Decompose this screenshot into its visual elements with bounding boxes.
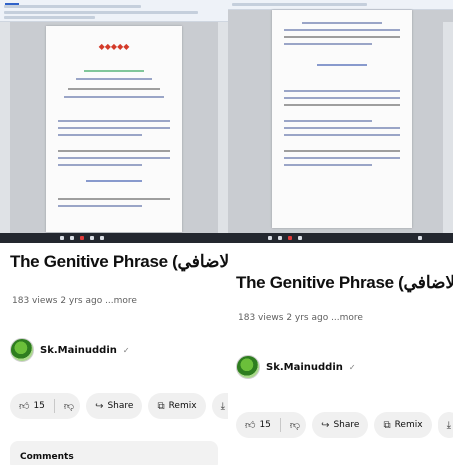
channel-row[interactable]: Sk.Mainuddin ✓: [10, 338, 130, 362]
like-count: 15: [259, 420, 271, 430]
document-page: [272, 10, 412, 228]
share-button[interactable]: ↪ Share: [86, 393, 143, 419]
channel-avatar[interactable]: [10, 338, 34, 362]
remix-icon: ⧉: [157, 400, 165, 412]
taskbar-icon: [60, 236, 64, 240]
remix-label: Remix: [168, 401, 197, 411]
taskbar-icon: [268, 236, 272, 240]
doc-text-line: [284, 36, 400, 38]
doc-text-line: [284, 164, 372, 166]
divider: [279, 418, 281, 432]
thumbs-up-icon: 👍︎: [245, 420, 256, 431]
share-label: Share: [107, 401, 134, 411]
doc-text-line: [58, 134, 142, 136]
left-video-panel: ◆◆◆◆◆ The Genitive Phrase (المركب الاضاف…: [0, 0, 228, 465]
doc-text-line: [58, 150, 170, 152]
thumbs-down-icon[interactable]: 👎︎: [290, 419, 300, 431]
doc-text-line: [284, 90, 400, 92]
taskbar-icon: [80, 236, 84, 240]
download-icon: ⤓: [220, 400, 225, 412]
video-thumbnail[interactable]: ◆◆◆◆◆: [0, 0, 228, 243]
remix-button[interactable]: ⧉ Remix: [148, 393, 206, 419]
channel-name[interactable]: Sk.Mainuddin: [266, 362, 343, 373]
doc-text-line: [84, 70, 144, 72]
divider: [53, 399, 55, 413]
document-toolbar: [0, 0, 228, 22]
video-meta[interactable]: 183 views 2 yrs ago ...more: [238, 313, 363, 323]
download-button[interactable]: ⤓ Do: [211, 393, 228, 419]
action-bar: 👍︎ 15 👎︎ ↪ Share ⧉ Remix ⤓ Do: [10, 393, 228, 419]
comments-section[interactable]: Comments: [10, 441, 218, 465]
like-count: 15: [33, 401, 45, 411]
ribbon-row: [232, 3, 367, 6]
doc-text-line: [86, 180, 142, 182]
doc-text-line: [58, 120, 170, 122]
share-label: Share: [333, 420, 360, 430]
document-toolbar: [228, 0, 453, 10]
taskbar: [228, 233, 453, 243]
share-icon: ↪: [95, 400, 104, 412]
video-meta[interactable]: 183 views 2 yrs ago ...more: [12, 296, 137, 306]
check-circle-icon: ✓: [122, 345, 130, 355]
doc-text-line: [284, 150, 400, 152]
taskbar-icon: [418, 236, 422, 240]
doc-text-line: [284, 97, 400, 99]
doc-text-line: [68, 88, 160, 90]
taskbar-icon: [70, 236, 74, 240]
doc-text-line: [284, 104, 400, 106]
comments-label: Comments: [20, 452, 74, 462]
document-page: ◆◆◆◆◆: [46, 26, 182, 232]
video-title: The Genitive Phrase (المركب الاضافي): [236, 273, 453, 292]
doc-text-line: [302, 22, 382, 24]
doc-arabic-heading: ◆◆◆◆◆: [98, 42, 130, 51]
like-dislike-button[interactable]: 👍︎ 15 👎︎: [10, 393, 81, 419]
scroll-gutter: [218, 22, 228, 233]
doc-text-line: [284, 29, 400, 31]
taskbar-icon: [278, 236, 282, 240]
remix-label: Remix: [394, 420, 423, 430]
taskbar-icon: [90, 236, 94, 240]
doc-text-line: [58, 127, 170, 129]
remix-button[interactable]: ⧉ Remix: [374, 412, 432, 438]
doc-text-line: [58, 205, 142, 207]
doc-text-line: [284, 157, 400, 159]
doc-text-line: [58, 164, 142, 166]
ribbon-row: [4, 11, 198, 14]
download-button[interactable]: ⤓: [437, 412, 453, 438]
channel-avatar[interactable]: [236, 355, 260, 379]
action-bar: 👍︎ 15 👎︎ ↪ Share ⧉ Remix ⤓: [236, 412, 453, 438]
doc-text-line: [284, 120, 372, 122]
doc-text-line: [317, 64, 367, 66]
taskbar-icon: [288, 236, 292, 240]
doc-text-line: [284, 43, 372, 45]
check-circle-icon: ✓: [348, 362, 356, 372]
video-thumbnail[interactable]: [228, 0, 453, 243]
thumbs-down-icon[interactable]: 👎︎: [64, 400, 74, 412]
right-video-panel: The Genitive Phrase (المركب الاضافي) 183…: [228, 0, 453, 465]
scroll-gutter: [443, 22, 453, 233]
doc-text-line: [76, 78, 152, 80]
remix-icon: ⧉: [383, 419, 391, 431]
ribbon-row: [4, 16, 96, 19]
doc-text-line: [58, 157, 170, 159]
taskbar: [0, 233, 228, 243]
taskbar-icon: [100, 236, 104, 240]
share-button[interactable]: ↪ Share: [312, 412, 369, 438]
doc-text-line: [284, 134, 400, 136]
download-icon: ⤓: [446, 419, 451, 431]
share-icon: ↪: [321, 419, 330, 431]
scroll-gutter: [0, 22, 10, 233]
taskbar-icon: [298, 236, 302, 240]
thumbs-up-icon: 👍︎: [19, 401, 30, 412]
channel-row[interactable]: Sk.Mainuddin ✓: [236, 355, 356, 379]
channel-name[interactable]: Sk.Mainuddin: [40, 345, 117, 356]
doc-text-line: [58, 198, 170, 200]
doc-text-line: [64, 96, 164, 98]
video-title: The Genitive Phrase (المركب الاضافي): [10, 252, 228, 271]
ribbon-row: [4, 5, 141, 8]
like-dislike-button[interactable]: 👍︎ 15 👎︎: [236, 412, 307, 438]
doc-text-line: [284, 127, 400, 129]
